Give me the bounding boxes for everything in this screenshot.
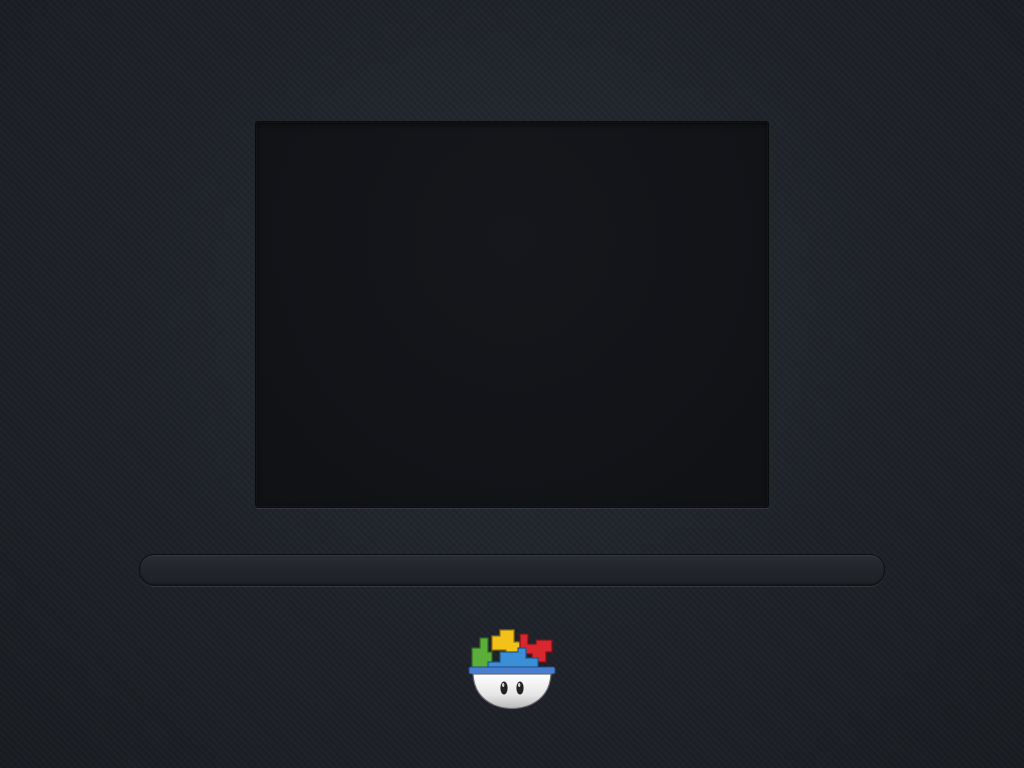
logo-right-eye bbox=[516, 681, 524, 695]
loading-progress-bar bbox=[139, 554, 885, 586]
gcompris-logo-icon bbox=[468, 629, 556, 710]
loading-stage-panel bbox=[255, 121, 769, 508]
logo-bowl bbox=[472, 673, 552, 710]
logo-bowl-rim bbox=[468, 666, 556, 675]
logo-left-eye bbox=[500, 681, 508, 695]
